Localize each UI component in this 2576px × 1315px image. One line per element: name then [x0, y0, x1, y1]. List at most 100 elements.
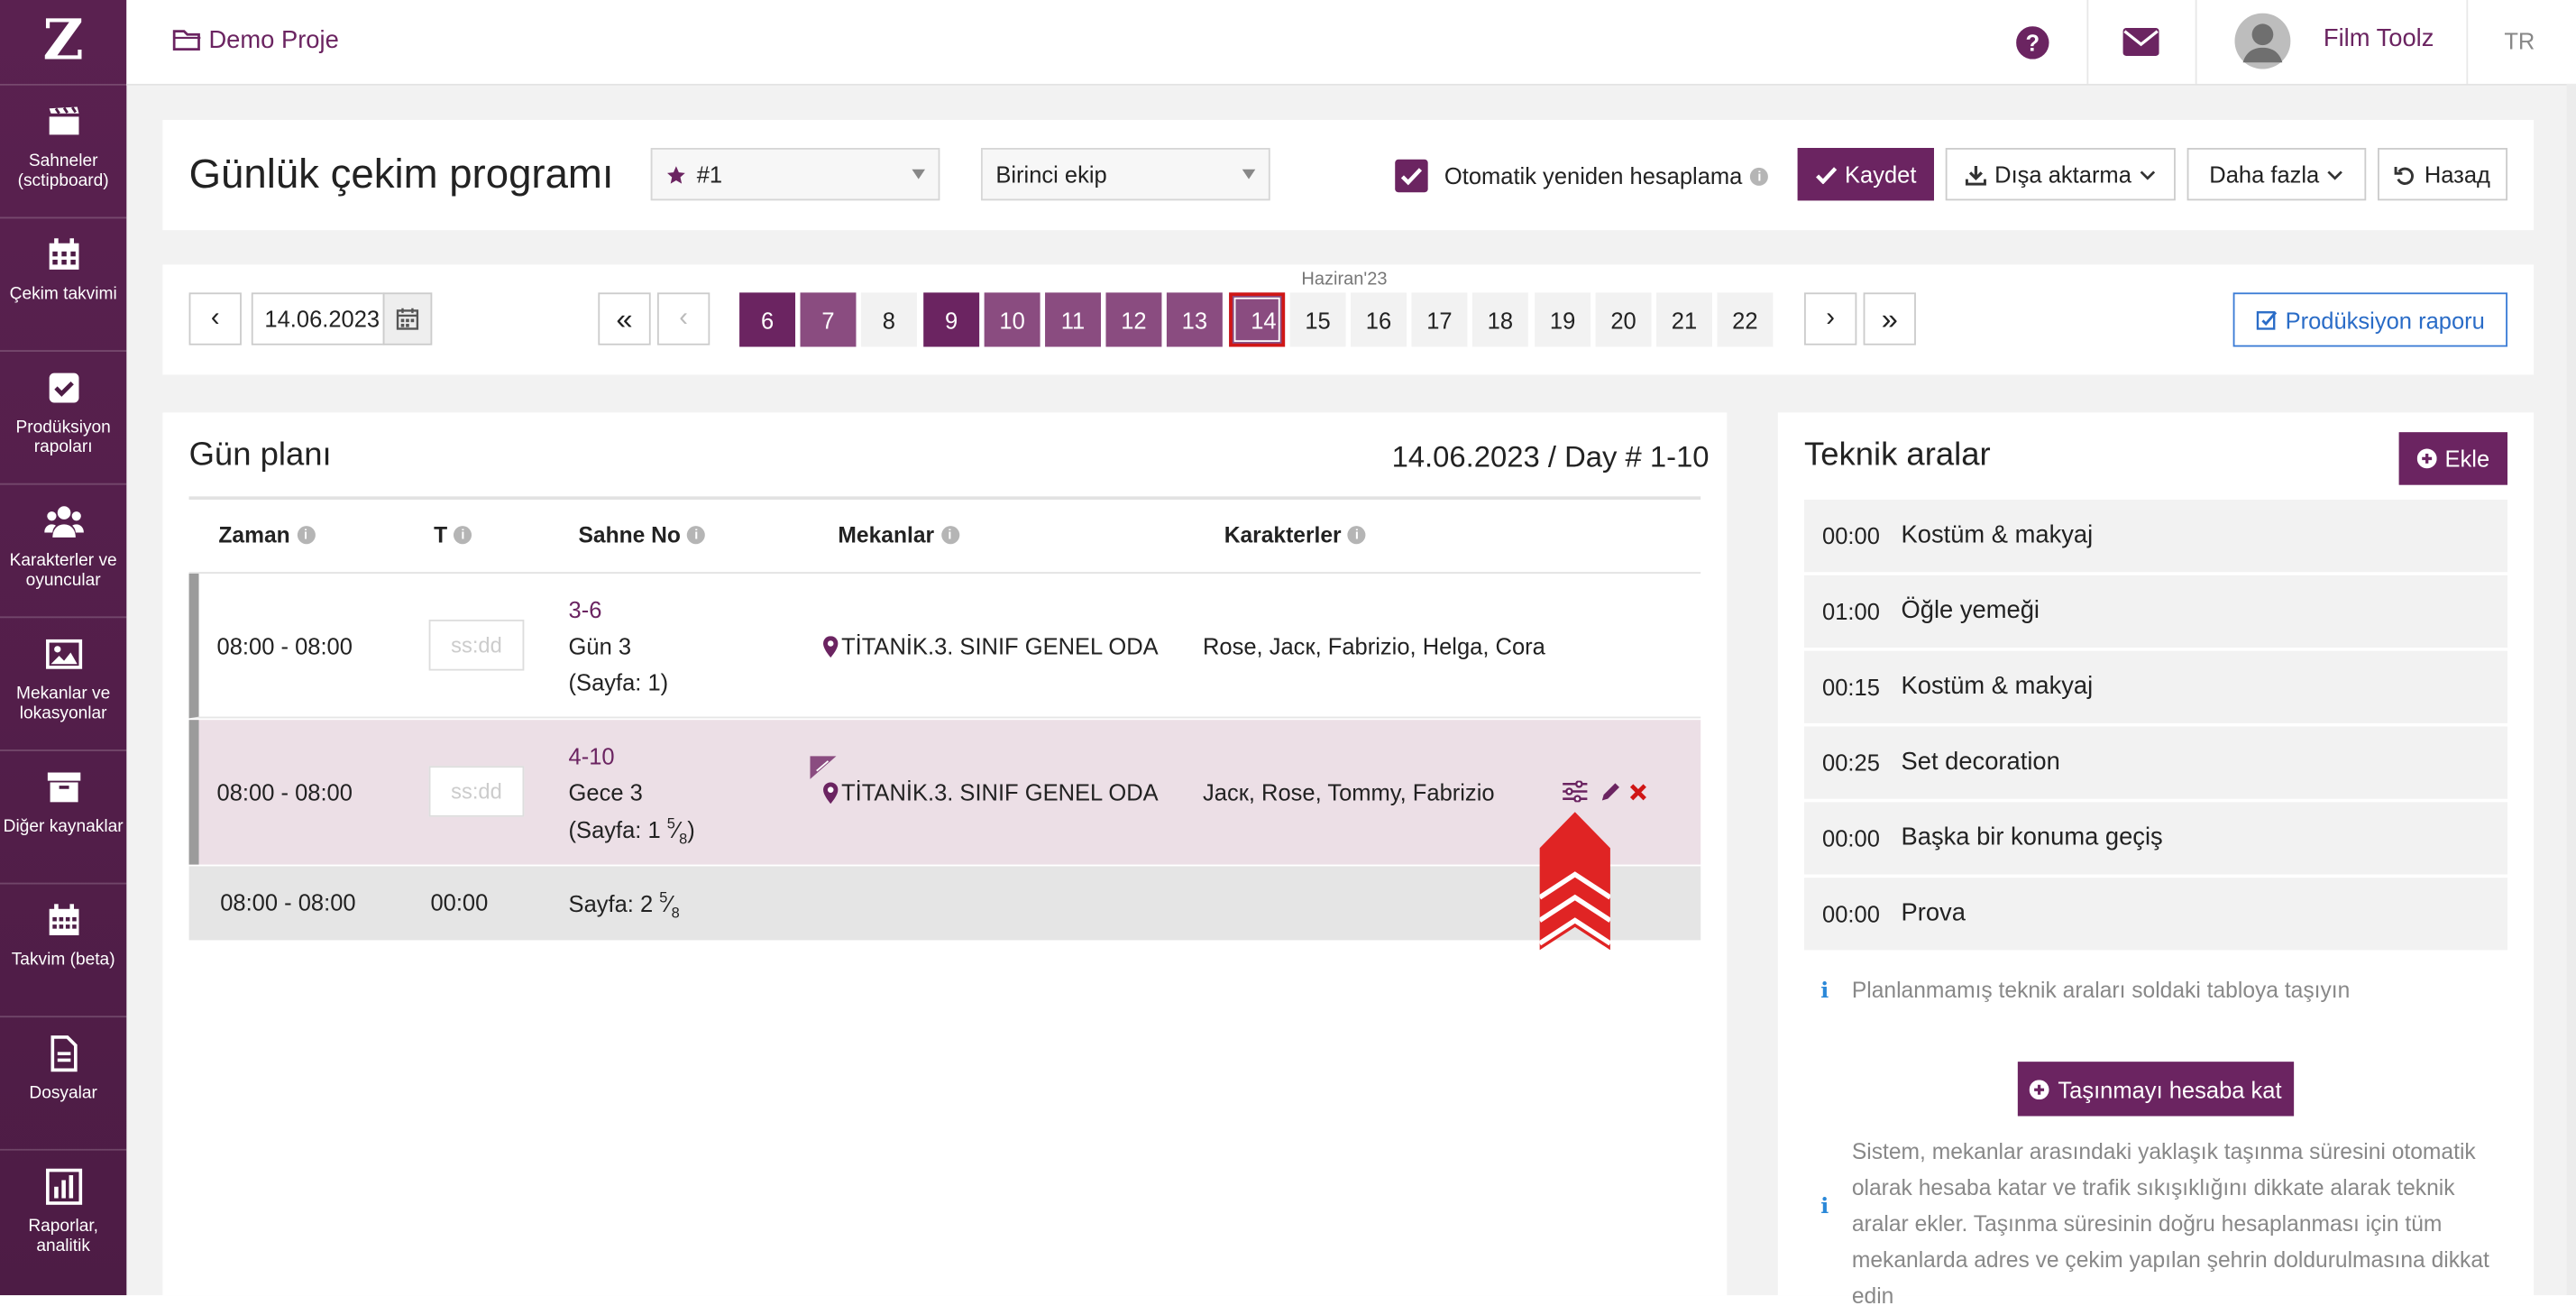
- technical-break-item[interactable]: 00:25 Set decoration: [1803, 726, 2507, 799]
- next-page-button[interactable]: ›: [1803, 292, 1857, 345]
- scene-number-link[interactable]: 3-6: [569, 597, 602, 623]
- help-icon[interactable]: ?: [2016, 26, 2049, 60]
- flag-corner-icon: [810, 756, 837, 779]
- page-scrollbar[interactable]: [2566, 83, 2576, 1296]
- project-name: Demo Proje: [208, 26, 339, 55]
- calendar-picker-button[interactable]: [382, 292, 433, 345]
- more-label: Daha fazla: [2209, 161, 2320, 188]
- project-breadcrumb[interactable]: Demo Proje: [172, 26, 339, 55]
- export-button[interactable]: Dışa aktarma: [1945, 148, 2176, 201]
- drag-handle-arrow-icon[interactable]: [1539, 812, 1610, 951]
- avatar[interactable]: [2234, 13, 2291, 69]
- day-chip[interactable]: 20: [1595, 292, 1652, 347]
- production-report-button[interactable]: Prodüksiyon raporu: [2232, 292, 2507, 347]
- column-header-scene[interactable]: Sahne No i: [578, 523, 706, 547]
- plus-circle-icon: [2030, 1079, 2050, 1099]
- user-name[interactable]: Film Toolz: [2324, 24, 2434, 52]
- sidebar-item-label: Raporlar, analitik: [28, 1216, 98, 1256]
- day-chip[interactable]: 22: [1717, 292, 1774, 347]
- day-chip[interactable]: 15: [1289, 292, 1346, 347]
- sidebar-item-calendar-beta[interactable]: Takvim (beta): [0, 882, 127, 1016]
- map-marker-icon: [823, 781, 839, 804]
- day-chip[interactable]: 11: [1045, 292, 1102, 347]
- scene-number-link[interactable]: 4-10: [569, 743, 615, 769]
- add-break-button[interactable]: Ekle: [2398, 432, 2507, 485]
- scene-pages: (Sayfa: 1 5⁄8): [568, 814, 695, 848]
- day-chip[interactable]: 21: [1655, 292, 1712, 347]
- technical-break-item[interactable]: 00:15 Kostüm & makyaj: [1803, 650, 2507, 723]
- break-time: 01:00: [1822, 598, 1880, 625]
- technical-breaks-title: Teknik aralar: [1803, 437, 1991, 474]
- clapperboard-icon: [48, 106, 78, 135]
- day-chip[interactable]: 9: [923, 292, 980, 347]
- t-input[interactable]: ss:dd: [428, 766, 525, 817]
- auto-recalc-label: Otomatik yeniden hesaplama i: [1444, 162, 1769, 189]
- column-header-label: T: [434, 522, 448, 547]
- app-logo[interactable]: Z: [0, 0, 126, 82]
- sidebar-item-other-resources[interactable]: Diğer kaynaklar: [0, 749, 127, 883]
- location-cell[interactable]: TİTANİK.3. SINIF GENEL ODA: [823, 779, 1159, 805]
- day-chip[interactable]: 16: [1351, 292, 1407, 347]
- unit-select[interactable]: #1: [650, 148, 940, 201]
- first-page-button[interactable]: «: [598, 292, 651, 345]
- team-select[interactable]: Birinci ekip: [980, 148, 1270, 201]
- sliders-icon[interactable]: [1563, 780, 1588, 803]
- table-row-selected[interactable]: 08:00 - 08:00 ss:dd 4-10 Gece 3 (Sayfa: …: [188, 720, 1701, 865]
- sidebar-item-reports[interactable]: Raporlar, analitik: [0, 1148, 127, 1283]
- mail-icon[interactable]: [2122, 27, 2159, 56]
- column-header-t[interactable]: Ti: [434, 523, 472, 547]
- sidebar-item-production-reports[interactable]: Prodüksiyon rapoları: [0, 350, 127, 483]
- save-button[interactable]: Kaydet: [1797, 148, 1934, 201]
- day-chip[interactable]: 10: [984, 292, 1040, 347]
- day-chip[interactable]: 6: [739, 292, 796, 347]
- technical-break-item[interactable]: 01:00 Öğle yemeği: [1803, 575, 2507, 648]
- column-header-characters[interactable]: Karakterler i: [1224, 523, 1366, 547]
- info-icon: i: [1820, 1194, 1829, 1220]
- break-time: 00:00: [1822, 522, 1880, 549]
- language-switch[interactable]: TR: [2504, 28, 2535, 54]
- star-icon: [667, 165, 685, 183]
- auto-recalc-checkbox[interactable]: [1395, 159, 1428, 193]
- date-input[interactable]: 14.06.2023: [251, 292, 385, 345]
- day-chip[interactable]: 19: [1535, 292, 1591, 347]
- total-time: 08:00 - 08:00: [220, 888, 356, 916]
- delete-icon[interactable]: [1628, 782, 1648, 802]
- day-chip[interactable]: 12: [1105, 292, 1162, 347]
- technical-break-item[interactable]: 00:00 Prova: [1803, 878, 2507, 951]
- sidebar-item-shooting-calendar[interactable]: Çekim takvimi: [0, 216, 127, 351]
- break-time: 00:00: [1822, 824, 1880, 852]
- location-cell[interactable]: TİTANİK.3. SINIF GENEL ODA: [823, 633, 1159, 659]
- sidebar-item-label: Diğer kaynaklar: [3, 816, 124, 837]
- file-icon: [50, 1035, 77, 1072]
- column-header-label: Zaman: [218, 522, 290, 547]
- last-page-button[interactable]: »: [1863, 292, 1916, 345]
- table-row[interactable]: 08:00 - 08:00 ss:dd 3-6 Gün 3 (Sayfa: 1)…: [188, 574, 1701, 719]
- technical-break-item[interactable]: 00:00 Kostüm & makyaj: [1803, 500, 2507, 573]
- prev-date-button[interactable]: ‹: [188, 292, 242, 345]
- more-button[interactable]: Daha fazla: [2186, 148, 2367, 201]
- day-chip[interactable]: 8: [860, 292, 917, 347]
- info-icon: i: [1820, 979, 1829, 1005]
- auto-recalc-text: Otomatik yeniden hesaplama: [1444, 162, 1743, 189]
- day-chip-selected[interactable]: 14: [1229, 292, 1286, 347]
- day-chip[interactable]: 7: [800, 292, 857, 347]
- day-chip[interactable]: 13: [1166, 292, 1223, 347]
- prev-page-button[interactable]: ‹: [656, 292, 710, 345]
- sidebar-item-scenes[interactable]: Sahneler (sctipboard): [0, 83, 127, 217]
- pencil-icon[interactable]: [1600, 781, 1622, 803]
- column-header-locations[interactable]: Mekanlar i: [838, 523, 959, 547]
- sidebar-item-locations[interactable]: Mekanlar ve lokasyonlar: [0, 616, 127, 749]
- technical-break-item[interactable]: 00:00 Başka bir konuma geçiş: [1803, 802, 2507, 875]
- consider-transfer-button[interactable]: Taşınmayı hesaba kat: [2017, 1062, 2295, 1117]
- break-time: 00:00: [1822, 900, 1880, 927]
- sidebar-item-characters[interactable]: Karakterler ve oyuncular: [0, 483, 127, 617]
- column-header-time[interactable]: Zaman i: [218, 522, 316, 547]
- break-name: Set decoration: [1901, 748, 2060, 777]
- t-input[interactable]: ss:dd: [428, 620, 525, 671]
- scene-daynight: Gece 3: [568, 778, 643, 805]
- day-chip[interactable]: 18: [1471, 292, 1528, 347]
- back-button[interactable]: Назад: [2378, 148, 2507, 201]
- sidebar-item-files[interactable]: Dosyalar: [0, 1016, 127, 1149]
- day-chip[interactable]: 17: [1411, 292, 1468, 347]
- export-label: Dışa aktarma: [1994, 161, 2131, 188]
